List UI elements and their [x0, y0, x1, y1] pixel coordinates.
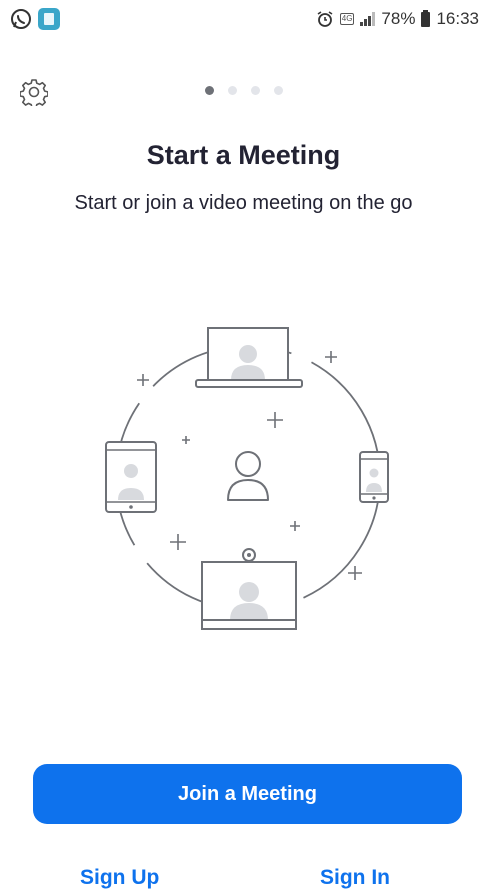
page-dot-4[interactable]: [273, 86, 283, 95]
laptop-icon: [195, 327, 303, 388]
room-system-icon: [201, 548, 297, 630]
sign-in-link[interactable]: Sign In: [320, 866, 390, 890]
phone-icon: [359, 451, 389, 503]
whatsapp-icon: [11, 9, 31, 29]
status-bar: 4G 78% 16:33: [0, 0, 487, 40]
tablet-icon: [105, 441, 157, 513]
onboarding-title: Start a Meeting: [146, 140, 341, 170]
page-dot-1[interactable]: [204, 86, 214, 95]
page-dot-3[interactable]: [250, 86, 260, 95]
meeting-illustration: [105, 327, 389, 630]
notification-icons: [10, 8, 60, 30]
network-type-badge: 4G: [339, 13, 355, 25]
sign-up-link[interactable]: Sign Up: [80, 866, 159, 890]
signal-icon: [360, 12, 376, 26]
join-meeting-button[interactable]: Join a Meeting: [33, 764, 462, 824]
person-icon: [227, 451, 269, 501]
battery-icon: [421, 9, 431, 27]
system-indicators: 4G 78% 16:33: [316, 9, 479, 29]
battery-percent: 78%: [381, 9, 416, 28]
onboarding-subtitle: Start or join a video meeting on the go: [74, 192, 413, 214]
page-dot-2[interactable]: [227, 86, 237, 95]
calculator-app-icon: [38, 8, 60, 30]
page-indicator: [0, 86, 487, 95]
alarm-icon: [317, 11, 333, 27]
clock: 16:33: [436, 9, 479, 28]
